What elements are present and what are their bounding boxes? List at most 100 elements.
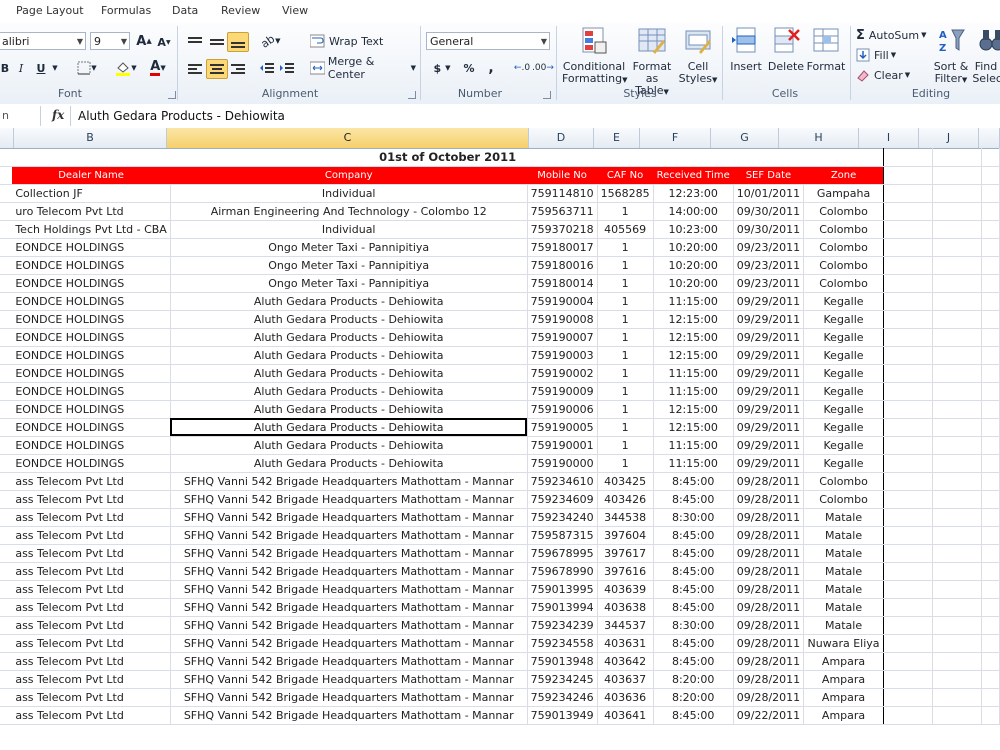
received-time-cell[interactable]: 10:20:00 [653,238,734,257]
sef-date-cell[interactable]: 09/23/2011 [733,238,805,257]
tab-review[interactable]: Review [221,4,260,17]
align-right-button[interactable] [227,59,249,79]
cell[interactable] [932,220,982,239]
cell[interactable] [932,436,982,455]
caf-no-cell[interactable]: 1 [597,454,654,473]
tab-page-layout[interactable]: Page Layout [16,4,84,17]
mobile-no-cell[interactable]: 759190006 [527,400,598,419]
cell[interactable] [981,346,1000,365]
mobile-no-cell[interactable]: 759234239 [527,616,598,635]
wrap-text-button[interactable]: Wrap Text [310,32,390,50]
zone-cell[interactable]: Kegalle [803,310,884,329]
sef-date-cell[interactable]: 09/29/2011 [733,328,805,347]
received-time-cell[interactable]: 11:15:00 [653,454,734,473]
select-all-corner[interactable] [0,128,14,148]
mobile-no-cell[interactable]: 759013948 [527,652,598,671]
sef-date-cell[interactable]: 09/28/2011 [733,526,805,545]
cell[interactable] [883,346,933,365]
caf-no-cell[interactable]: 344538 [597,508,654,527]
cell[interactable] [0,508,13,527]
sef-date-cell[interactable]: 09/29/2011 [733,418,805,437]
column-header-j[interactable]: J [919,128,979,148]
sef-date-cell[interactable]: 09/29/2011 [733,346,805,365]
received-time-cell[interactable]: 11:15:00 [653,382,734,401]
company-cell[interactable]: Ongo Meter Taxi - Pannipitiya [170,238,528,257]
cell[interactable] [0,328,13,347]
cell[interactable] [981,400,1000,419]
cell[interactable] [981,580,1000,599]
zone-cell[interactable]: Matale [803,526,884,545]
cell[interactable] [932,238,982,257]
zone-cell[interactable]: Colombo [803,274,884,293]
cell[interactable] [0,202,13,221]
cell[interactable] [981,472,1000,491]
zone-cell[interactable]: Ampara [803,706,884,725]
received-time-cell[interactable]: 12:15:00 [653,328,734,347]
cell[interactable] [883,256,933,275]
sef-date-cell[interactable]: 10/01/2011 [733,184,805,203]
sef-date-cell[interactable]: 09/30/2011 [733,202,805,221]
received-time-cell[interactable]: 8:45:00 [653,580,734,599]
received-time-cell[interactable]: 8:30:00 [653,508,734,527]
caf-no-cell[interactable]: 403638 [597,598,654,617]
cell[interactable] [932,400,982,419]
autosum-button[interactable]: Σ AutoSum ▼ [856,26,932,44]
cell[interactable] [981,166,1000,185]
cell[interactable] [883,238,933,257]
cell[interactable] [932,346,982,365]
shrink-font-button[interactable]: A ▼ [156,34,172,50]
mobile-no-cell[interactable]: 759190005 [527,418,598,437]
received-time-cell[interactable]: 11:15:00 [653,292,734,311]
cell[interactable] [883,580,933,599]
cell[interactable] [883,274,933,293]
zone-cell[interactable]: Matale [803,580,884,599]
cell[interactable] [981,310,1000,329]
cell[interactable] [981,238,1000,257]
dealer-name-cell[interactable]: EONDCE HOLDINGS [12,400,171,419]
received-time-cell[interactable]: 8:20:00 [653,670,734,689]
cell[interactable] [0,274,13,293]
cell[interactable] [883,310,933,329]
cell[interactable] [981,364,1000,383]
font-name-select[interactable]: alibri ▼ [0,32,86,50]
caf-no-cell[interactable]: 1 [597,436,654,455]
zone-cell[interactable]: Colombo [803,472,884,491]
caf-no-cell[interactable]: 403637 [597,670,654,689]
dealer-name-cell[interactable]: ass Telecom Pvt Ltd [12,580,171,599]
cell[interactable] [981,598,1000,617]
caf-no-cell[interactable]: 1 [597,202,654,221]
cell[interactable] [0,292,13,311]
caf-no-cell[interactable]: 1568285 [597,184,654,203]
dealer-name-cell[interactable]: ass Telecom Pvt Ltd [12,652,171,671]
cell[interactable] [0,364,13,383]
company-cell[interactable]: SFHQ Vanni 542 Brigade Headquarters Math… [170,598,528,617]
header-mobile-no[interactable]: Mobile No [527,166,598,185]
company-cell[interactable]: Aluth Gedara Products - Dehiowita [170,418,528,437]
zone-cell[interactable]: Gampaha [803,184,884,203]
cell[interactable] [0,238,13,257]
zone-cell[interactable]: Matale [803,508,884,527]
cell[interactable] [932,310,982,329]
cell[interactable] [0,688,13,707]
cell[interactable] [932,670,982,689]
cell[interactable] [883,202,933,221]
cell[interactable] [0,526,13,545]
dealer-name-cell[interactable]: uro Telecom Pvt Ltd [12,202,171,221]
italic-button[interactable]: I [14,59,28,77]
company-cell[interactable]: Ongo Meter Taxi - Pannipitiya [170,274,528,293]
dealer-name-cell[interactable]: ass Telecom Pvt Ltd [12,688,171,707]
cell[interactable] [0,184,13,203]
cell[interactable] [0,418,13,437]
received-time-cell[interactable]: 8:45:00 [653,490,734,509]
sef-date-cell[interactable]: 09/28/2011 [733,616,805,635]
cell[interactable] [0,706,13,725]
mobile-no-cell[interactable]: 759114810 [527,184,598,203]
cell[interactable] [932,472,982,491]
cell[interactable] [0,670,13,689]
cell[interactable] [0,310,13,329]
cell[interactable] [883,508,933,527]
caf-no-cell[interactable]: 403642 [597,652,654,671]
mobile-no-cell[interactable]: 759190007 [527,328,598,347]
insert-cells-button[interactable]: Insert [726,26,766,73]
tab-formulas[interactable]: Formulas [101,4,151,17]
